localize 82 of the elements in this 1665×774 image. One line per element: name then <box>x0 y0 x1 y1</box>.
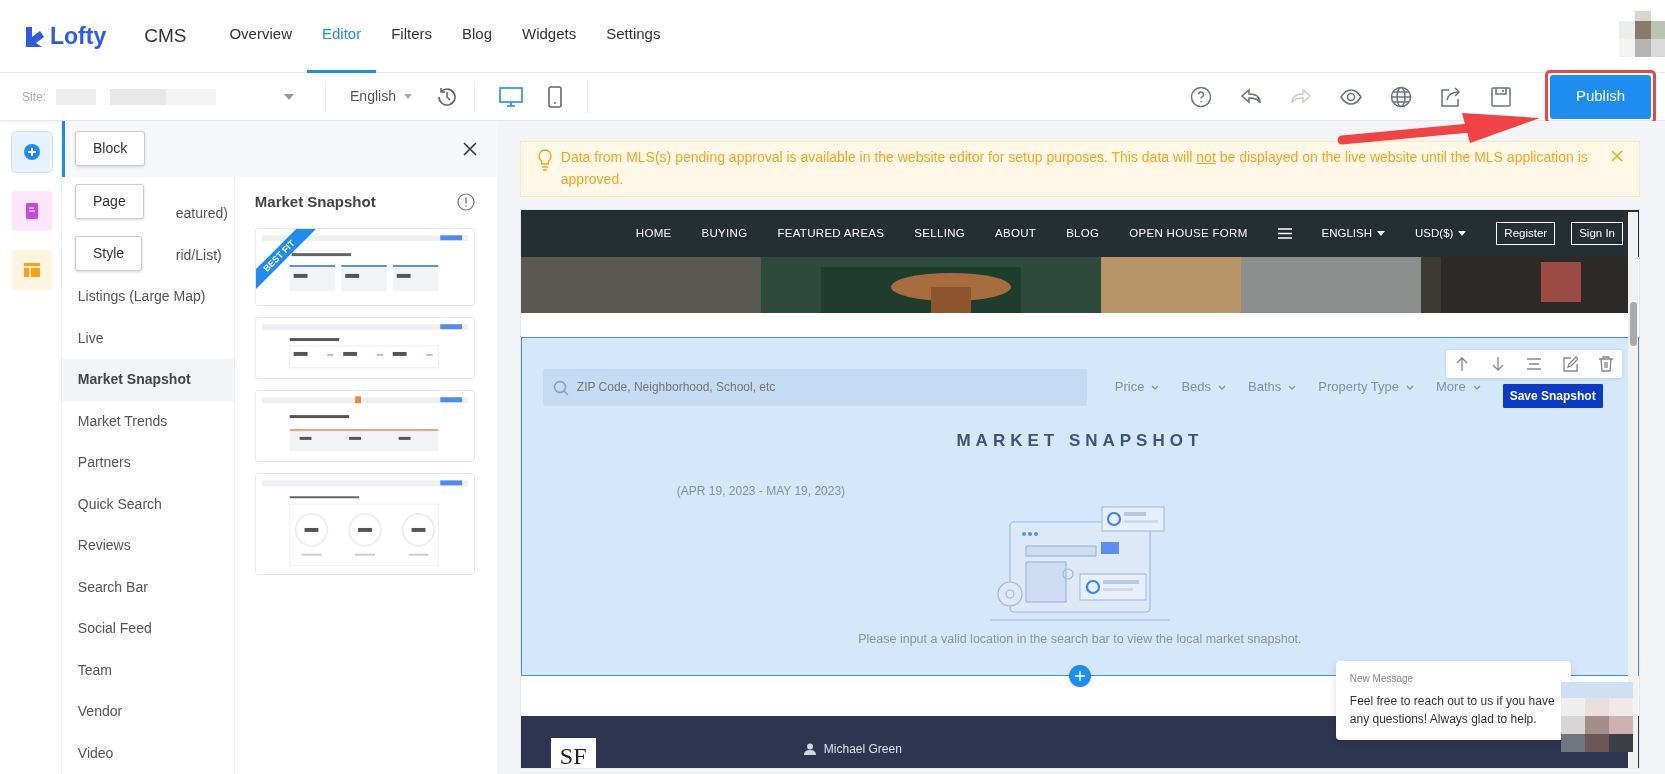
mobile-icon[interactable] <box>546 85 563 108</box>
block-list-item[interactable]: Quick Search <box>61 483 234 525</box>
language-select[interactable]: English <box>350 86 412 107</box>
block-list-item[interactable]: Listings (Large Map) <box>61 276 234 318</box>
empty-state-message: Please input a valid location in the search bar to view the local market snapshot. <box>858 631 1302 646</box>
layout-icon[interactable] <box>12 250 52 290</box>
dropdown-toggle-link[interactable]: ENGLISH <box>1321 224 1385 243</box>
alert-message: Data from MLS(s) pending approval is available in the website editor for setup purposes. This data will not be displayed on the live website until the MLS application is approved. <box>560 148 1589 189</box>
menu-icon[interactable] <box>1277 228 1292 239</box>
block-list-item[interactable]: Video <box>61 732 234 774</box>
block-list-item[interactable]: Market Snapshot <box>61 359 234 401</box>
section-title: Market Snapshot <box>254 192 376 212</box>
nav-tab[interactable]: Blog <box>447 0 508 73</box>
tooltip: Style <box>75 236 143 271</box>
section-heading: MARKET SNAPSHOT <box>956 431 1204 450</box>
template-thumbnail[interactable] <box>254 472 475 575</box>
person-icon <box>803 743 816 755</box>
save-snapshot-button[interactable]: Save Snapshot <box>1502 384 1603 408</box>
lightbulb-icon <box>536 149 553 171</box>
product-name: CMS <box>144 23 187 48</box>
share-icon[interactable] <box>1440 85 1462 108</box>
page-icon[interactable] <box>12 191 52 231</box>
block-list-item[interactable]: Partners <box>61 442 234 484</box>
nav-tab[interactable]: Overview <box>214 0 307 73</box>
block-list-item[interactable]: Social Feed <box>61 608 234 650</box>
edit-icon[interactable] <box>1562 356 1578 372</box>
plus-icon <box>1074 670 1085 682</box>
chevron-down-icon <box>1288 384 1297 390</box>
date-range: (APR 19, 2023 - MAY 19, 2023) <box>676 483 846 498</box>
site-nav-link[interactable]: BLOG <box>1066 224 1100 243</box>
history-icon[interactable] <box>435 85 458 108</box>
logo-icon <box>24 25 46 47</box>
add-icon[interactable] <box>12 132 52 172</box>
block-list-item[interactable]: Live <box>61 317 234 359</box>
tooltip: Block <box>75 131 146 166</box>
caret-icon <box>403 94 412 99</box>
chevron-down-icon <box>1151 384 1160 390</box>
chevron-down-icon <box>1218 384 1227 390</box>
desktop-icon[interactable] <box>498 85 523 108</box>
nav-tab[interactable]: Settings <box>591 0 676 73</box>
nav-tab[interactable]: Filters <box>376 0 447 73</box>
dropdown-toggle-link[interactable]: USD($) <box>1415 224 1467 243</box>
trash-icon[interactable] <box>1598 356 1614 372</box>
arrow-down-icon[interactable] <box>1490 356 1506 372</box>
save-icon[interactable] <box>1490 85 1512 108</box>
caret-icon <box>1458 231 1467 236</box>
caret-icon <box>284 93 294 100</box>
search-field[interactable]: ZIP Code, Neighborhood, School, etc <box>542 368 1087 406</box>
site-nav-link[interactable]: HOME <box>635 224 672 243</box>
chat-message: Feel free to reach out to us if you have any questions! Always glad to help. <box>1349 693 1556 728</box>
add-block-button[interactable] <box>1068 665 1091 687</box>
close-icon[interactable] <box>462 142 477 156</box>
align-icon[interactable] <box>1526 356 1542 372</box>
help-icon[interactable] <box>1190 85 1212 108</box>
footer-logo: SF <box>550 738 596 768</box>
caret-icon <box>1377 231 1385 236</box>
site-nav-link[interactable]: OPEN HOUSE FORM <box>1129 224 1248 243</box>
nav-tab[interactable]: Widgets <box>507 0 592 73</box>
block-list-item[interactable]: Search Bar <box>61 566 234 608</box>
template-thumbnail[interactable] <box>254 389 475 462</box>
site-label: Site: <box>22 88 46 106</box>
chevron-down-icon <box>1472 384 1481 390</box>
block-list-item[interactable]: Team <box>61 649 234 691</box>
block-list-item[interactable]: Reviews <box>61 525 234 567</box>
site-nav-link[interactable]: ABOUT <box>995 224 1037 243</box>
template-thumbnail[interactable] <box>254 316 475 379</box>
chevron-down-icon <box>1406 384 1414 390</box>
block-list-item[interactable]: Vendor <box>61 691 234 733</box>
globe-icon[interactable] <box>1390 85 1412 108</box>
site-nav-link[interactable]: SELLING <box>914 224 965 243</box>
info-icon <box>456 193 475 212</box>
chat-title: New Message <box>1349 672 1415 686</box>
site-nav-link[interactable]: BUYING <box>701 224 748 243</box>
agent-name: Michael Green <box>823 741 902 758</box>
tooltip: Page <box>75 184 144 219</box>
search-icon <box>552 379 569 396</box>
arrow-up-icon[interactable] <box>1454 356 1470 372</box>
logo: Lofty <box>50 21 107 51</box>
register-button[interactable]: Register <box>1496 221 1556 246</box>
block-list-item[interactable]: Market Trends <box>61 400 234 442</box>
sign-in-button[interactable]: Sign In <box>1571 221 1623 246</box>
site-nav-link[interactable]: FEATURED AREAS <box>777 224 885 243</box>
